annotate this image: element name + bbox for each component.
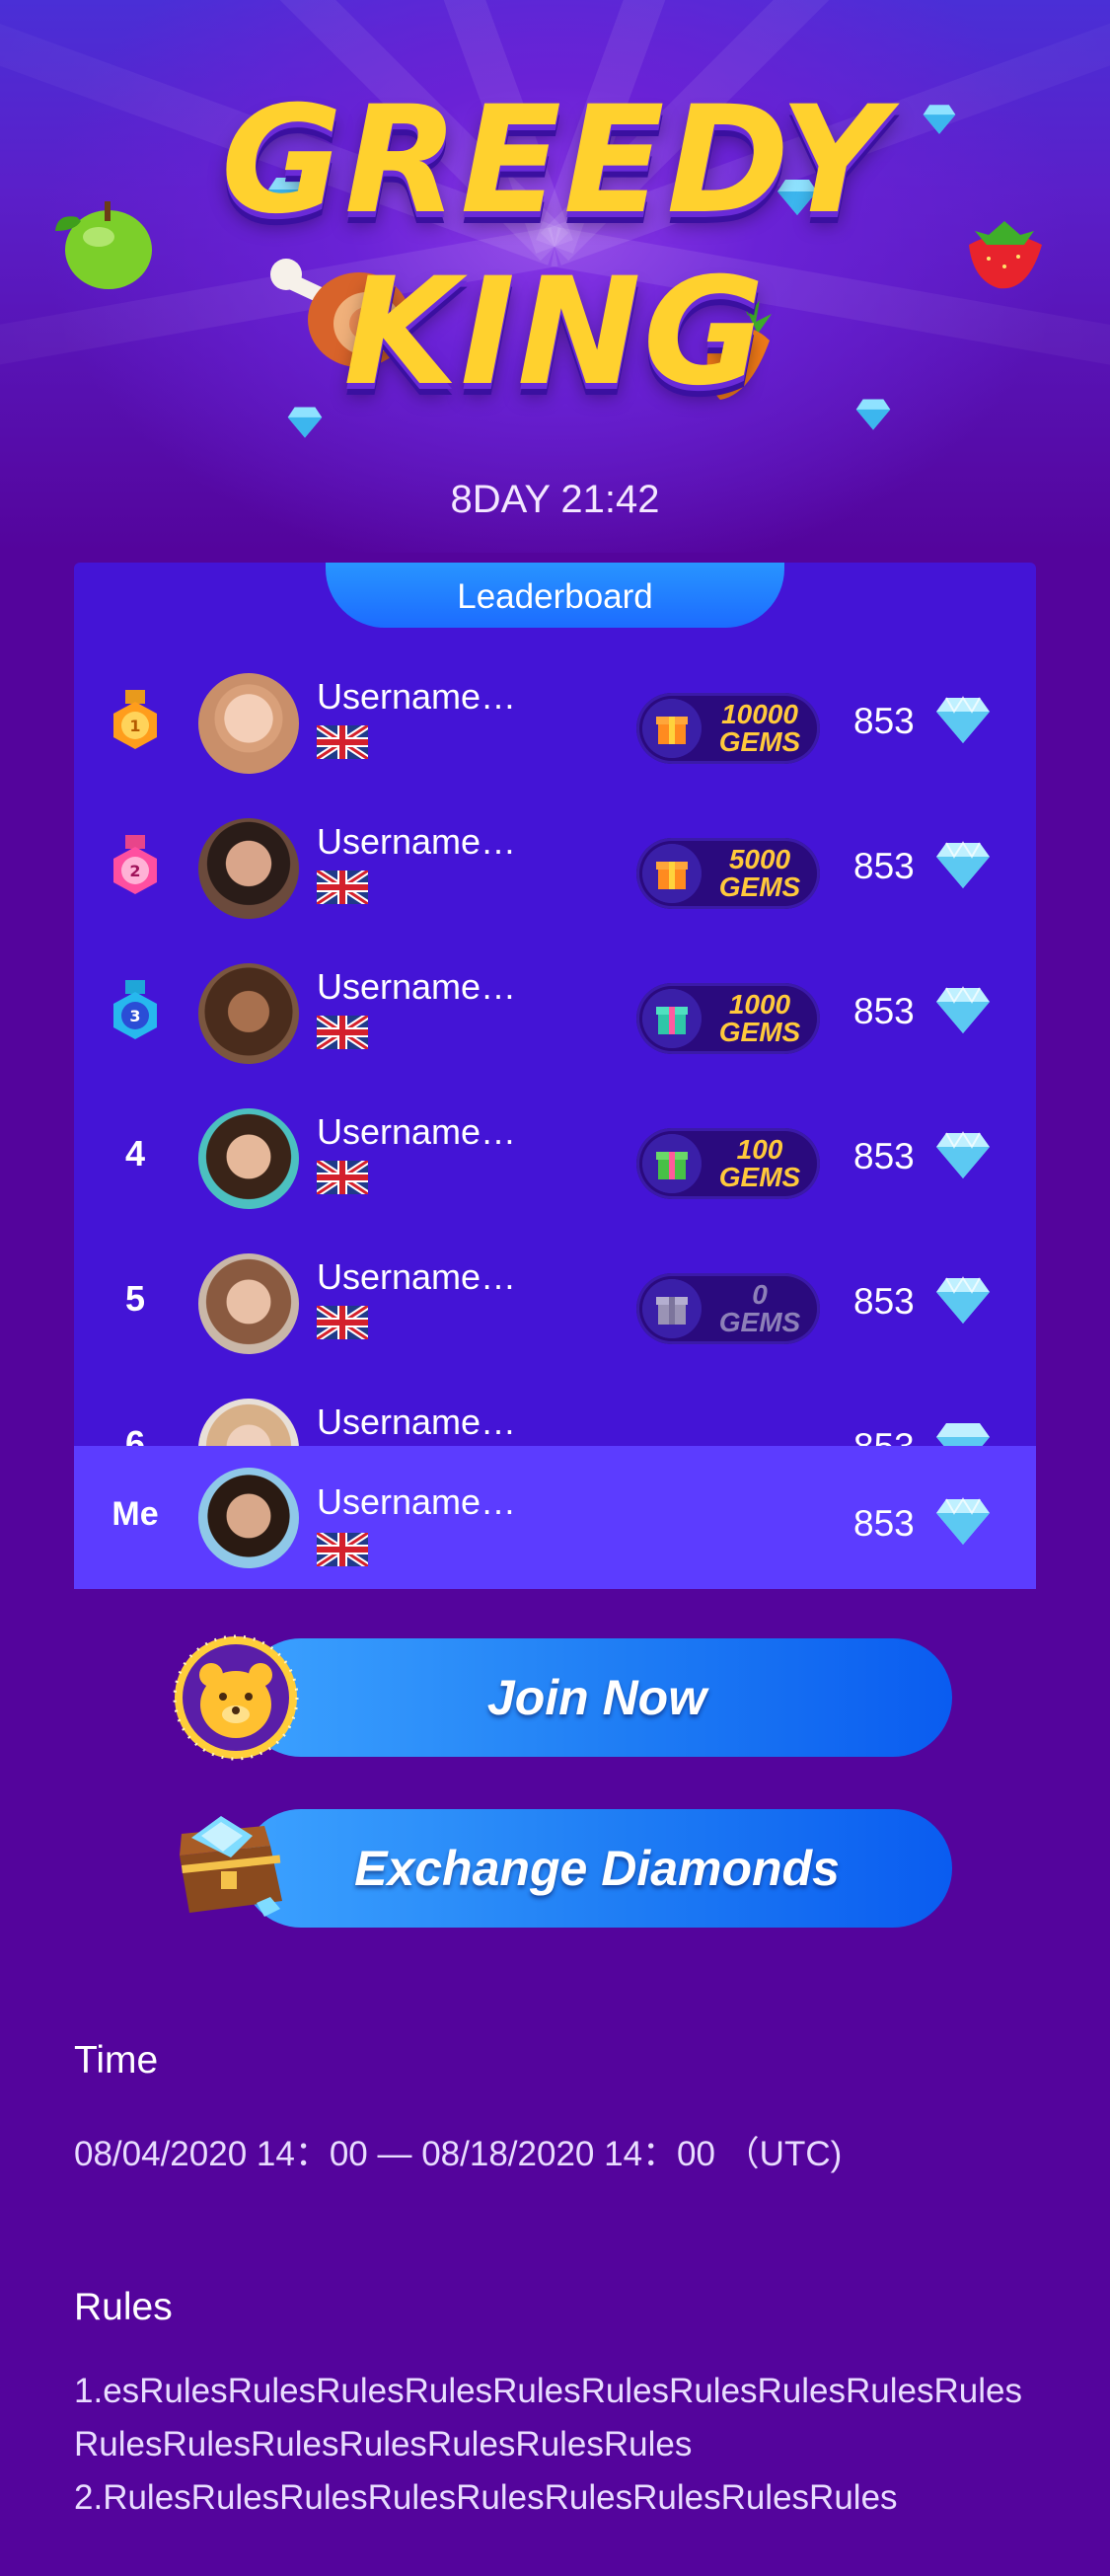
username: Username… [317,821,517,862]
username: Username… [317,1481,517,1522]
exchange-diamonds-button[interactable]: Exchange Diamonds [242,1809,952,1928]
prize-unit: GEMS [718,1307,801,1337]
score: 853 [853,1503,915,1544]
score: 853 [853,701,915,741]
uk-flag-icon [317,1306,368,1339]
gold-medal-icon: 1 [113,690,157,749]
score: 853 [853,1281,915,1322]
uk-flag-icon [317,725,368,759]
svg-text:3: 3 [129,1007,140,1025]
me-label: Me [111,1495,159,1533]
prize-pill: 1000 GEMS [636,983,820,1054]
bronze-medal-icon: 3 [113,980,157,1039]
countdown-timer: 8DAY 21:42 [450,478,660,521]
gift-icon [642,989,702,1048]
prize-amount: 1000 [728,989,791,1020]
avatar [198,818,299,919]
score: 853 [853,1136,915,1176]
prize-amount: 5000 [728,844,791,874]
rule-line: 1.esRulesRulesRulesRulesRulesRulesRulesR… [74,2372,1022,2410]
prize-amount: 0 [752,1279,768,1310]
diamond-icon [287,407,323,438]
uk-flag-icon [317,1016,368,1049]
diamond-icon [936,1131,990,1178]
avatar [198,1108,299,1209]
uk-flag-icon [317,1161,368,1194]
score: 853 [853,846,915,886]
rules-heading: Rules [74,2286,173,2328]
leaderboard-row[interactable]: 4 Username… 100 GEMS 853 [74,1084,1036,1229]
rank-number: 5 [124,1278,146,1319]
bear-mascot-icon [173,1634,299,1761]
uk-flag-icon [317,1533,368,1566]
gift-icon [642,1279,702,1338]
my-rank-row[interactable]: Me Username… 853 [74,1446,1036,1589]
prize-pill: 5000 GEMS [636,838,820,909]
rank-number: 4 [124,1133,146,1174]
gift-icon [642,844,702,903]
svg-text:1: 1 [129,717,140,735]
diamond-icon [936,841,990,888]
prize-amount: 100 [736,1134,783,1165]
time-heading: Time [74,2039,159,2082]
prize-pill: 0 GEMS [636,1273,820,1344]
leaderboard-row[interactable]: 3 Username… 1000 GEMS 853 [74,939,1036,1084]
score: 853 [853,991,915,1031]
username: Username… [317,1402,517,1442]
prize-pill: 100 GEMS [636,1128,820,1199]
avatar [198,673,299,774]
leaderboard-panel: Leaderboard 1 Username… 10000 GEMS 853 2… [74,563,1036,1589]
rule-line: 2.RulesRulesRulesRulesRulesRulesRulesRul… [74,2478,898,2517]
prize-amount: 10000 [721,699,798,729]
join-now-button[interactable]: Join Now [242,1638,952,1757]
prize-unit: GEMS [718,1162,801,1192]
avatar [198,1468,299,1568]
prize-pill: 10000 GEMS [636,693,820,764]
gift-icon [642,699,702,758]
game-title-line2: KING [343,247,767,418]
avatar [198,1253,299,1354]
diamond-icon [936,1497,990,1545]
rule-line: RulesRulesRulesRulesRulesRulesRules [74,2425,693,2463]
silver-medal-icon: 2 [113,835,157,894]
game-title-line1: GREEDY [220,75,890,247]
username: Username… [317,966,517,1007]
gift-icon [642,1134,702,1193]
svg-text:2: 2 [129,862,140,880]
diamond-icon [936,1276,990,1324]
leaderboard-tab[interactable]: Leaderboard [326,563,784,628]
diamond-icon [936,696,990,743]
hero-banner: GREEDY KING 8DAY 21:42 [0,0,1110,553]
prize-unit: GEMS [718,726,801,757]
username: Username… [317,676,517,717]
uk-flag-icon [317,871,368,904]
leaderboard-row[interactable]: 1 Username… 10000 GEMS 853 [74,648,1036,794]
avatar [198,963,299,1064]
prize-unit: GEMS [718,871,801,902]
leaderboard-row[interactable]: 2 Username… 5000 GEMS 853 [74,794,1036,939]
treasure-chest-icon [180,1816,282,1917]
username: Username… [317,1256,517,1297]
username: Username… [317,1111,517,1152]
leaderboard-row[interactable]: 5 Username… 0 GEMS 853 [74,1229,1036,1374]
diamond-icon [936,986,990,1033]
time-range: 08/04/2020 14：00 — 08/18/2020 14：00 （UTC… [74,2135,843,2173]
prize-unit: GEMS [718,1017,801,1047]
